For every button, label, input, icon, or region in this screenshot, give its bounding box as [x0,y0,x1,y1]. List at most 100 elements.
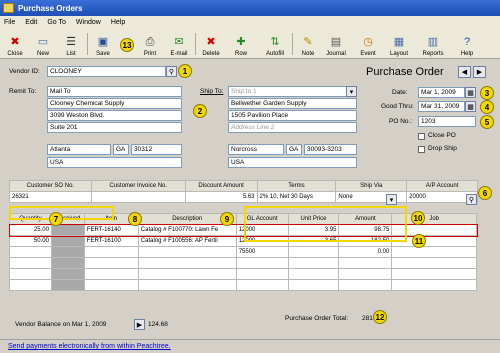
ship-line-1[interactable]: Bellwether Garden Supply [228,98,357,109]
table-row[interactable] [9,268,477,280]
job-cell[interactable] [391,279,477,291]
ship-via-dropdown[interactable]: ▾ [386,194,397,205]
unit-price-cell[interactable] [287,268,340,280]
gl-account-cell[interactable]: 75500 [235,246,289,258]
menu-file[interactable]: File [4,19,15,26]
amount-cell[interactable] [338,279,393,291]
remit-line-3[interactable]: Suite 201 [47,122,182,133]
description-cell[interactable] [137,279,237,291]
status-bar: Send payments electronically from within… [0,339,500,353]
good-thru-field[interactable]: Mar 31, 2009 [418,101,465,112]
journal-button[interactable]: ▤ Journal [323,31,349,58]
vendor-lookup-button[interactable]: ⚲ [166,66,177,77]
reports-button[interactable]: ▥ Reports [420,31,446,58]
quantity-cell[interactable] [9,246,52,258]
description-cell[interactable] [137,268,237,280]
item-cell[interactable]: FERT-16140 [83,224,139,236]
item-cell[interactable] [83,257,139,269]
new-document-icon: ▭ [37,36,49,48]
ship-city[interactable]: Norcross [228,144,284,155]
vendor-balance-button[interactable]: ▶ [134,319,145,330]
menu-window[interactable]: Window [76,19,101,26]
ship-state[interactable]: GA [286,144,302,155]
ship-country[interactable]: USA [228,157,357,168]
good-thru-label: Good Thru: [381,103,414,110]
quantity-cell[interactable]: 50.00 [9,235,52,247]
description-cell[interactable] [137,246,237,258]
quantity-cell[interactable] [9,279,52,291]
remit-to-select[interactable]: Mail To [47,86,182,97]
remit-line-1[interactable]: Clooney Chemical Supply [47,98,182,109]
vendor-id-field[interactable]: CLOONEY [47,66,166,77]
drop-ship-checkbox[interactable] [418,146,425,153]
layout-button[interactable]: ▦ Layout [386,31,412,58]
description-cell[interactable]: Catalog # F100770: Lawn Fe [137,224,237,236]
item-cell[interactable]: FERT-16100 [83,235,139,247]
ship-to-label: Ship To: [200,88,224,95]
save-button[interactable]: ▣ Save [90,31,116,58]
ap-account-lookup-button[interactable]: ⚲ [466,194,477,205]
remit-line-2[interactable]: 3099 Weston Blvd. [47,110,182,121]
description-cell[interactable]: Catalog # F100556: AP Fertil [137,235,237,247]
chevron-down-icon: ▾ [349,88,354,96]
email-button[interactable]: ✉ E-mail [166,31,192,58]
row-button[interactable]: ✚ Row [228,31,254,58]
electronic-payments-link[interactable]: Send payments electronically from within… [8,343,171,350]
remit-state[interactable]: GA [113,144,129,155]
item-cell[interactable] [83,268,139,280]
date-calendar-button[interactable]: ▦ [465,87,476,98]
table-row[interactable] [9,257,477,269]
description-cell[interactable] [137,257,237,269]
ship-to-dropdown[interactable]: ▾ [346,86,357,97]
close-po-checkbox[interactable] [418,133,425,140]
delete-button[interactable]: ✖ Delete [198,31,224,58]
list-button[interactable]: ☰ List [58,31,84,58]
ship-to-select[interactable]: Ship to 1 [228,86,357,97]
amount-cell[interactable] [338,268,393,280]
unit-price-cell[interactable] [287,246,340,258]
menu-help[interactable]: Help [111,19,125,26]
gl-account-cell[interactable] [235,279,289,291]
previous-record-button[interactable]: ◀ [458,66,471,78]
help-button[interactable]: ? Help [454,31,480,58]
gl-account-cell[interactable] [235,257,289,269]
amount-cell[interactable]: 0.00 [338,246,393,258]
po-number-field[interactable]: 1203 [418,116,476,127]
table-row[interactable] [9,279,477,291]
ship-line-2[interactable]: 1505 Pavilion Place [228,110,357,121]
date-field[interactable]: Mar 1, 2009 [418,87,465,98]
ship-line-3[interactable]: Address Line 2 [228,122,357,133]
autofill-button[interactable]: ⇅ Autofill [262,31,288,58]
discount-amount-field[interactable]: 5.63 [184,191,258,203]
terms-field[interactable]: 2% 10, Net 30 Days [256,191,337,203]
close-button[interactable]: ✖ Close [2,31,28,58]
amount-cell[interactable] [338,257,393,269]
next-record-button[interactable]: ▶ [473,66,486,78]
customer-invoice-field[interactable] [90,191,186,203]
menu-goto[interactable]: Go To [47,19,66,26]
gl-account-cell[interactable] [235,268,289,280]
unit-price-cell[interactable] [287,257,340,269]
good-thru-calendar-button[interactable]: ▦ [465,101,476,112]
item-cell[interactable] [83,279,139,291]
new-button[interactable]: ▭ New [30,31,56,58]
arrow-right-icon: ▶ [136,321,143,329]
job-cell[interactable] [391,268,477,280]
unit-price-cell[interactable] [287,279,340,291]
item-cell[interactable] [83,246,139,258]
event-button[interactable]: ◷ Event [355,31,381,58]
quantity-cell[interactable] [9,257,52,269]
print-button[interactable]: ⎙ Print [137,31,163,58]
remit-city[interactable]: Atlanta [47,144,111,155]
table-row[interactable]: 75500 0.00 [9,246,477,258]
quantity-cell[interactable] [9,268,52,280]
job-cell[interactable] [391,257,477,269]
remit-country[interactable]: USA [47,157,182,168]
remit-zip[interactable]: 30312 [131,144,182,155]
menu-edit[interactable]: Edit [25,19,37,26]
job-cell[interactable] [391,246,477,258]
note-button[interactable]: ✎ Note [295,31,321,58]
quantity-cell[interactable]: 25.00 [9,224,52,236]
customer-so-field[interactable]: 26321 [9,191,92,203]
ship-zip[interactable]: 30093-3203 [304,144,357,155]
